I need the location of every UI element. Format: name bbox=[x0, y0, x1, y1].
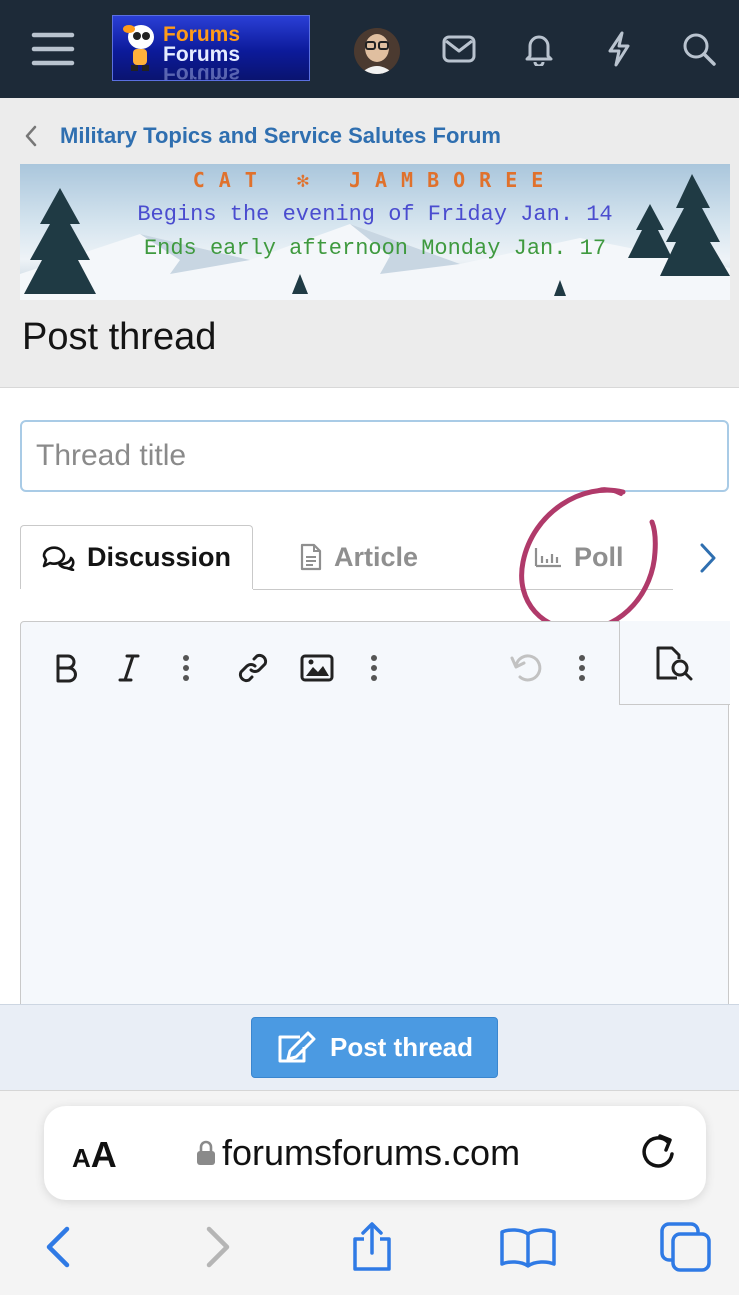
back-icon[interactable] bbox=[28, 1217, 88, 1277]
tab-discussion-label: Discussion bbox=[87, 542, 232, 572]
breadcrumb-link[interactable]: Military Topics and Service Salutes Foru… bbox=[60, 123, 501, 149]
page-title: Post thread bbox=[22, 316, 217, 358]
undo-icon bbox=[510, 654, 542, 682]
breadcrumb[interactable]: Military Topics and Service Salutes Foru… bbox=[24, 116, 501, 156]
article-icon bbox=[300, 543, 322, 571]
image-icon bbox=[300, 654, 334, 682]
post-thread-button[interactable]: Post thread bbox=[251, 1017, 498, 1078]
link-icon bbox=[238, 653, 268, 683]
chevron-right-icon[interactable] bbox=[690, 538, 726, 578]
post-thread-form: Discussion Article Poll bbox=[0, 387, 739, 1011]
discussion-icon bbox=[41, 545, 75, 571]
more-vertical-icon bbox=[183, 655, 189, 681]
tab-discussion[interactable]: Discussion bbox=[20, 525, 253, 589]
hand-drawn-circle-annotation bbox=[519, 487, 658, 633]
undo-button[interactable] bbox=[507, 648, 547, 688]
search-icon[interactable] bbox=[672, 22, 726, 76]
logo-mascot-icon bbox=[123, 25, 154, 71]
text-size-small-label: A bbox=[72, 1143, 91, 1173]
site-logo[interactable]: Forums Forums Forums bbox=[112, 15, 310, 81]
bell-icon[interactable] bbox=[512, 22, 566, 76]
italic-button[interactable] bbox=[109, 648, 149, 688]
more-vertical-icon bbox=[579, 655, 585, 681]
logo-text-top: Forums bbox=[163, 23, 241, 46]
text-size-button[interactable]: AA bbox=[72, 1134, 117, 1176]
banner-end-date: Ends early afternoon Monday Jan. 17 bbox=[143, 236, 607, 261]
chevron-left-icon bbox=[25, 125, 37, 147]
more-formatting-button[interactable] bbox=[171, 648, 201, 688]
tabs-icon[interactable] bbox=[656, 1217, 716, 1277]
more-vertical-icon bbox=[371, 655, 377, 681]
tab-article-label: Article bbox=[334, 541, 419, 572]
url-display[interactable]: forumsforums.com bbox=[196, 1132, 520, 1174]
logo-text-bottom: Forums bbox=[163, 43, 241, 66]
tab-article[interactable]: Article bbox=[300, 525, 418, 589]
bookmarks-icon[interactable] bbox=[498, 1217, 558, 1277]
forward-icon[interactable] bbox=[188, 1217, 248, 1277]
envelope-icon[interactable] bbox=[432, 22, 486, 76]
top-navigation-bar: Forums Forums Forums bbox=[0, 0, 739, 98]
insert-link-button[interactable] bbox=[233, 648, 273, 688]
lightning-icon[interactable] bbox=[592, 22, 646, 76]
bold-icon bbox=[56, 654, 77, 683]
more-insert-button[interactable] bbox=[359, 648, 389, 688]
message-editor[interactable] bbox=[20, 621, 730, 1011]
browser-toolbar: AA forumsforums.com bbox=[0, 1090, 739, 1295]
banner-start-date: Begins the evening of Friday Jan. 14 bbox=[137, 202, 613, 227]
logo-text-reflection: Forums bbox=[163, 63, 241, 81]
bold-button[interactable] bbox=[47, 648, 87, 688]
preview-icon bbox=[656, 646, 693, 680]
more-options-button[interactable] bbox=[567, 648, 597, 688]
preview-button[interactable] bbox=[619, 621, 730, 705]
submit-bar: Post thread bbox=[0, 1004, 739, 1091]
menu-icon[interactable] bbox=[26, 22, 80, 76]
url-text: forumsforums.com bbox=[222, 1132, 521, 1173]
text-size-large-label: A bbox=[90, 1134, 117, 1175]
edit-icon bbox=[278, 1031, 316, 1062]
address-bar[interactable]: AA forumsforums.com bbox=[44, 1106, 706, 1200]
avatar[interactable] bbox=[354, 28, 400, 74]
post-thread-button-label: Post thread bbox=[329, 1032, 474, 1062]
share-icon[interactable] bbox=[342, 1217, 402, 1277]
lock-icon bbox=[197, 1140, 215, 1165]
reload-icon[interactable] bbox=[638, 1132, 678, 1177]
insert-image-button[interactable] bbox=[297, 648, 337, 688]
event-banner: CAT ✻ JAMBOREE Begins the evening of Fri… bbox=[20, 164, 730, 300]
banner-title: CAT ✻ JAMBOREE bbox=[192, 168, 558, 192]
italic-icon bbox=[118, 654, 140, 682]
